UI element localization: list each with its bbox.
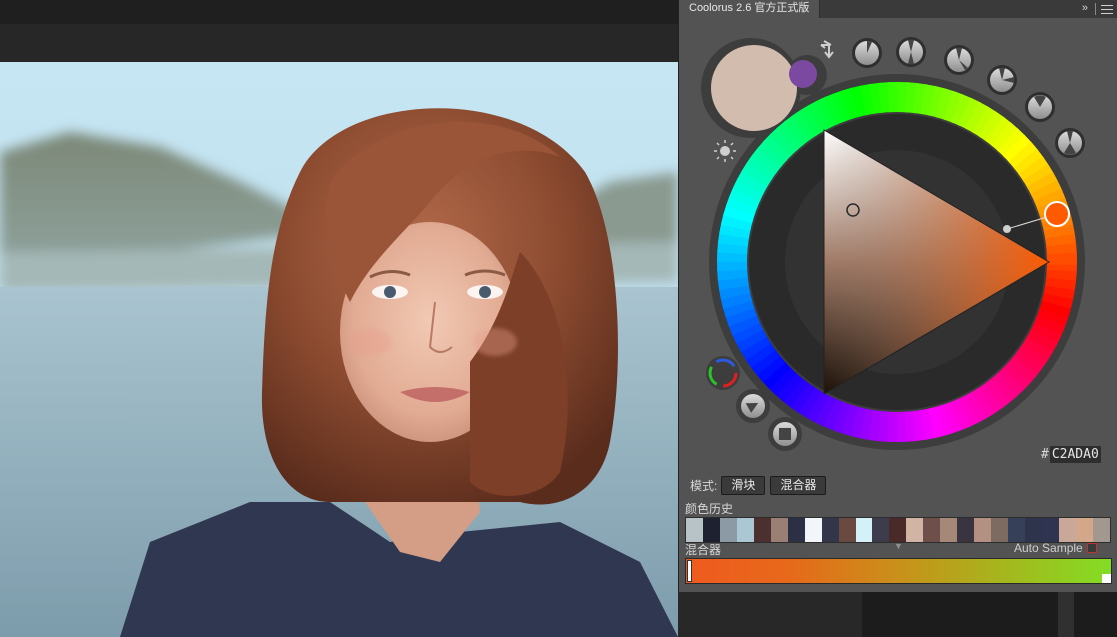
hex-readout[interactable]: # C2ADA0 [1041, 446, 1101, 463]
history-swatch[interactable] [821, 518, 839, 542]
hex-value[interactable]: C2ADA0 [1049, 446, 1101, 463]
current-color-swatch[interactable] [709, 43, 799, 133]
portrait-photo [0, 62, 678, 637]
history-swatch[interactable] [957, 518, 975, 542]
square-mode-button[interactable] [768, 417, 802, 451]
hue-cursor[interactable] [1044, 201, 1070, 227]
brightness-icon[interactable] [720, 146, 730, 156]
auto-sample-checkbox[interactable] [1086, 543, 1097, 553]
scheme-mono-icon [852, 38, 882, 68]
mixer-end-handle[interactable] [1102, 574, 1111, 583]
history-label: 颜色历史 [685, 502, 734, 516]
auto-sample-toggle[interactable]: Auto Sample [1014, 541, 1097, 555]
scheme-split-icon [1055, 128, 1085, 158]
mixer-label: 混合器 [685, 543, 722, 557]
scheme-analog-icon [1025, 92, 1055, 122]
history-swatch[interactable] [1042, 518, 1059, 542]
dock-scrollbar[interactable] [1058, 592, 1074, 637]
history-swatch[interactable] [719, 518, 737, 542]
history-swatch[interactable] [753, 518, 771, 542]
history-swatch[interactable] [974, 518, 992, 542]
history-swatch[interactable] [889, 518, 907, 542]
swap-icon[interactable] [820, 40, 834, 59]
history-swatch[interactable] [991, 518, 1009, 542]
history-swatch[interactable] [855, 518, 873, 542]
history-swatch[interactable] [702, 518, 720, 542]
mode-label: 模式: [690, 479, 718, 493]
chevron-down-icon[interactable]: ▼ [894, 541, 903, 551]
panel-dock-empty [862, 592, 1117, 637]
history-swatch[interactable] [940, 518, 958, 542]
triangle-mode-button[interactable] [736, 389, 770, 423]
mixer-cursor[interactable] [687, 560, 692, 582]
app-menubar [0, 0, 678, 24]
history-swatch[interactable] [906, 518, 924, 542]
history-swatch[interactable] [1008, 518, 1026, 542]
history-swatch[interactable] [804, 518, 822, 542]
history-swatch[interactable] [838, 518, 856, 542]
history-swatch[interactable] [686, 518, 703, 542]
slider-mode-button[interactable]: 滑块 [721, 476, 766, 495]
color-history-strip[interactable] [685, 517, 1111, 543]
wheel-mode-button[interactable] [706, 356, 740, 390]
history-swatch[interactable] [923, 518, 941, 542]
previous-color-swatch[interactable] [789, 60, 817, 88]
scheme-tetrad-icon [987, 65, 1017, 95]
history-swatch[interactable] [1092, 518, 1110, 542]
mode-row: 模式: 滑块 混合器 [690, 476, 831, 495]
history-swatch[interactable] [1075, 518, 1093, 542]
history-swatch[interactable] [787, 518, 805, 542]
history-swatch[interactable] [872, 518, 890, 542]
hue-ring-segment[interactable] [1046, 252, 1077, 265]
history-swatch[interactable] [1058, 518, 1076, 542]
scheme-complement-icon [896, 37, 926, 67]
options-bar [0, 24, 678, 62]
history-swatch[interactable] [1025, 518, 1043, 542]
mixer-gradient-bar[interactable] [685, 558, 1112, 584]
mixer-mode-button[interactable]: 混合器 [770, 476, 827, 495]
auto-sample-label: Auto Sample [1014, 541, 1083, 555]
scheme-triad-icon [944, 45, 974, 75]
history-swatch[interactable] [736, 518, 754, 542]
coolorus-panel: Coolorus 2.6 官方正式版 » # C2ADA0 模式: 滑块 混合器… [678, 0, 1117, 592]
history-swatch[interactable] [770, 518, 788, 542]
hex-prefix: # [1041, 447, 1049, 462]
document-canvas[interactable] [0, 62, 678, 637]
color-wheel-area [701, 37, 1085, 451]
